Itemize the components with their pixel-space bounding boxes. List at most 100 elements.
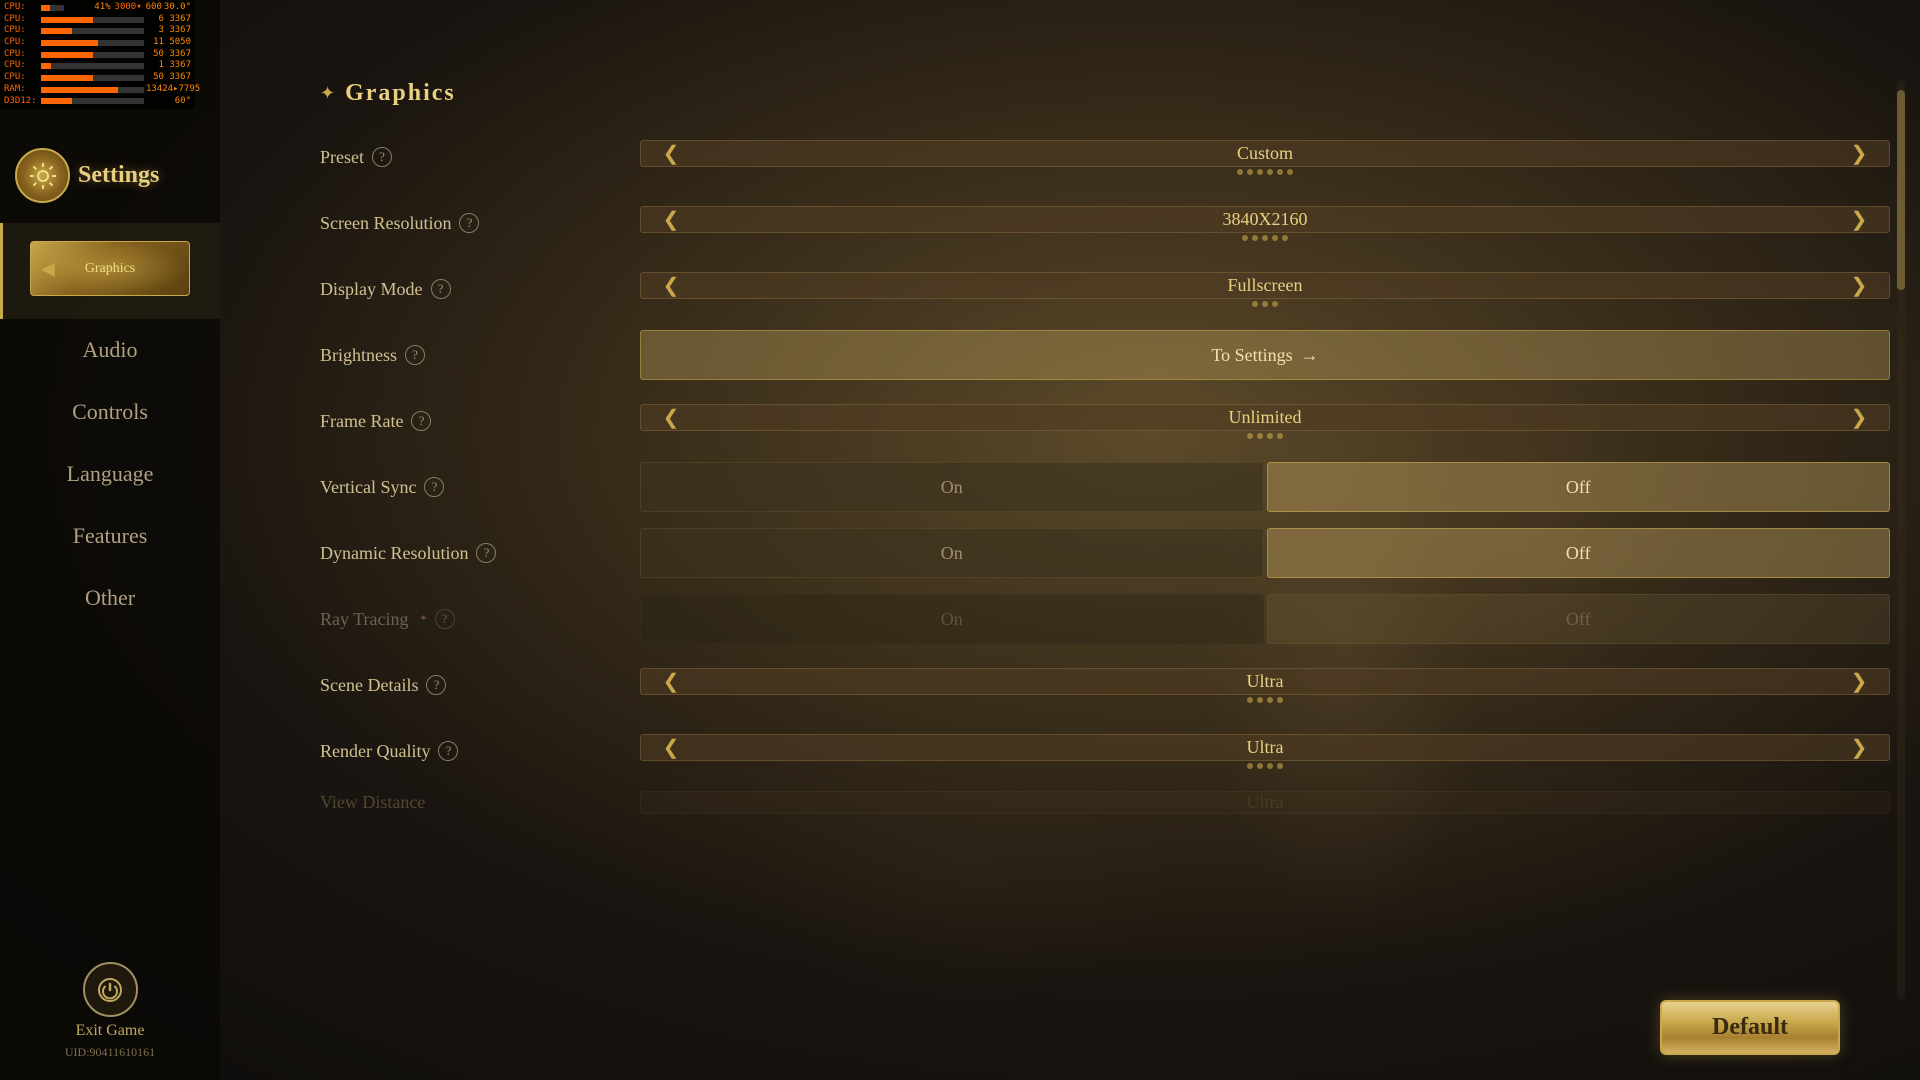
preset-help[interactable]: ? [372, 147, 392, 167]
scene-details-next[interactable]: ❯ [1844, 669, 1874, 694]
sidebar-item-graphics[interactable]: Graphics ◀ [0, 223, 220, 319]
render-quality-help[interactable]: ? [438, 741, 458, 761]
vertical-sync-label: Vertical Sync ? [320, 477, 640, 498]
ray-tracing-label: Ray Tracing * ? [320, 609, 640, 630]
scene-details-selector[interactable]: ❮ Ultra ❯ [640, 668, 1890, 695]
exit-game-button[interactable] [83, 962, 138, 1017]
resolution-prev[interactable]: ❮ [656, 207, 686, 232]
preset-selector-wrapper: ❮ Custom ❯ [640, 140, 1890, 175]
ray-tracing-toggle: On Off [640, 594, 1890, 644]
vertical-sync-help[interactable]: ? [424, 477, 444, 497]
brightness-arrow-icon: → [1301, 345, 1319, 366]
sidebar-item-other[interactable]: Other [0, 567, 220, 629]
screen-resolution-selector[interactable]: ❮ 3840X2160 ❯ [640, 206, 1890, 233]
vertical-sync-off[interactable]: Off [1267, 462, 1891, 512]
render-quality-prev[interactable]: ❮ [656, 735, 686, 760]
scene-details-value: Ultra [686, 671, 1844, 692]
features-label: Features [73, 523, 148, 548]
resolution-value: 3840X2160 [686, 209, 1844, 230]
ray-tracing-help[interactable]: ? [435, 609, 455, 629]
sidebar-item-controls[interactable]: Controls [0, 381, 220, 443]
frame-rate-dots [640, 433, 1890, 439]
view-distance-selector: Ultra [640, 791, 1890, 814]
display-mode-value: Fullscreen [686, 275, 1844, 296]
scene-details-prev[interactable]: ❮ [656, 669, 686, 694]
sidebar-item-audio[interactable]: Audio [0, 319, 220, 381]
setting-row-vertical-sync: Vertical Sync ? On Off [320, 457, 1890, 517]
preset-value: Custom [686, 143, 1844, 164]
frame-rate-label: Frame Rate ? [320, 411, 640, 432]
frame-rate-prev[interactable]: ❮ [656, 405, 686, 430]
setting-row-view-distance: View Distance Ultra [320, 787, 1890, 817]
view-distance-selector-wrapper: Ultra [640, 791, 1890, 814]
preset-dots [640, 169, 1890, 175]
resolution-dots [640, 235, 1890, 241]
other-label: Other [85, 585, 135, 610]
section-header: ✦ Graphics [320, 80, 1890, 107]
default-button[interactable]: Default [1660, 1000, 1840, 1055]
view-distance-value: Ultra [656, 792, 1874, 813]
controls-label: Controls [72, 399, 148, 424]
brightness-label: Brightness ? [320, 345, 640, 366]
resolution-next[interactable]: ❯ [1844, 207, 1874, 232]
brightness-text: To Settings [1211, 345, 1292, 366]
display-mode-selector[interactable]: ❮ Fullscreen ❯ [640, 272, 1890, 299]
display-mode-prev[interactable]: ❮ [656, 273, 686, 298]
setting-row-dynamic-resolution: Dynamic Resolution ? On Off [320, 523, 1890, 583]
display-mode-next[interactable]: ❯ [1844, 273, 1874, 298]
dynamic-resolution-toggle: On Off [640, 528, 1890, 578]
view-distance-label: View Distance [320, 792, 640, 813]
graphics-nav-label: Graphics [85, 261, 136, 277]
render-quality-selector[interactable]: ❮ Ultra ❯ [640, 734, 1890, 761]
graphics-arrow: ◀ [41, 258, 55, 279]
screen-resolution-label: Screen Resolution ? [320, 213, 640, 234]
sidebar-item-features[interactable]: Features [0, 505, 220, 567]
frame-rate-value: Unlimited [686, 407, 1844, 428]
graphics-nav-image: Graphics ◀ [30, 241, 190, 296]
frame-rate-selector-wrapper: ❮ Unlimited ❯ [640, 404, 1890, 439]
language-label: Language [67, 461, 154, 486]
preset-prev[interactable]: ❮ [656, 141, 686, 166]
setting-row-ray-tracing: Ray Tracing * ? On Off [320, 589, 1890, 649]
brightness-help[interactable]: ? [405, 345, 425, 365]
settings-icon [15, 148, 70, 203]
dynamic-resolution-on[interactable]: On [640, 528, 1264, 578]
setting-row-preset: Preset ? ❮ Custom ❯ [320, 127, 1890, 187]
frame-rate-selector[interactable]: ❮ Unlimited ❯ [640, 404, 1890, 431]
render-quality-label: Render Quality ? [320, 741, 640, 762]
screen-resolution-help[interactable]: ? [459, 213, 479, 233]
left-panel: CPU: 41% 3000▾ 600 30.0° CPU: 6 3367 CPU… [0, 0, 220, 1080]
scrollbar-track[interactable] [1897, 80, 1905, 1000]
display-mode-help[interactable]: ? [431, 279, 451, 299]
dynamic-resolution-help[interactable]: ? [476, 543, 496, 563]
preset-selector[interactable]: ❮ Custom ❯ [640, 140, 1890, 167]
ray-tracing-off: Off [1267, 594, 1891, 644]
uid-label: UID:90411610161 [65, 1045, 155, 1060]
dynamic-resolution-label: Dynamic Resolution ? [320, 543, 640, 564]
perf-overlay: CPU: 41% 3000▾ 600 30.0° CPU: 6 3367 CPU… [0, 0, 195, 109]
scrollbar-thumb[interactable] [1897, 90, 1905, 290]
ray-tracing-asterisk: * [421, 612, 427, 627]
render-quality-next[interactable]: ❯ [1844, 735, 1874, 760]
settings-header: Settings [0, 130, 220, 213]
frame-rate-help[interactable]: ? [411, 411, 431, 431]
setting-row-brightness: Brightness ? To Settings → [320, 325, 1890, 385]
section-star: ✦ [320, 83, 335, 104]
sidebar-item-language[interactable]: Language [0, 443, 220, 505]
frame-rate-next[interactable]: ❯ [1844, 405, 1874, 430]
display-mode-label: Display Mode ? [320, 279, 640, 300]
main-content: ✦ Graphics Preset ? ❮ Custom ❯ [220, 0, 1890, 1080]
audio-label: Audio [83, 337, 138, 362]
scene-details-dots [640, 697, 1890, 703]
dynamic-resolution-off[interactable]: Off [1267, 528, 1891, 578]
scene-details-help[interactable]: ? [426, 675, 446, 695]
screen-resolution-selector-wrapper: ❮ 3840X2160 ❯ [640, 206, 1890, 241]
setting-row-render-quality: Render Quality ? ❮ Ultra ❯ [320, 721, 1890, 781]
vertical-sync-on[interactable]: On [640, 462, 1264, 512]
display-mode-selector-wrapper: ❮ Fullscreen ❯ [640, 272, 1890, 307]
display-mode-dots [640, 301, 1890, 307]
nav-section: Graphics ◀ Audio Controls Language Featu… [0, 223, 220, 962]
brightness-button[interactable]: To Settings → [640, 330, 1890, 380]
section-title: Graphics [345, 80, 456, 107]
preset-next[interactable]: ❯ [1844, 141, 1874, 166]
